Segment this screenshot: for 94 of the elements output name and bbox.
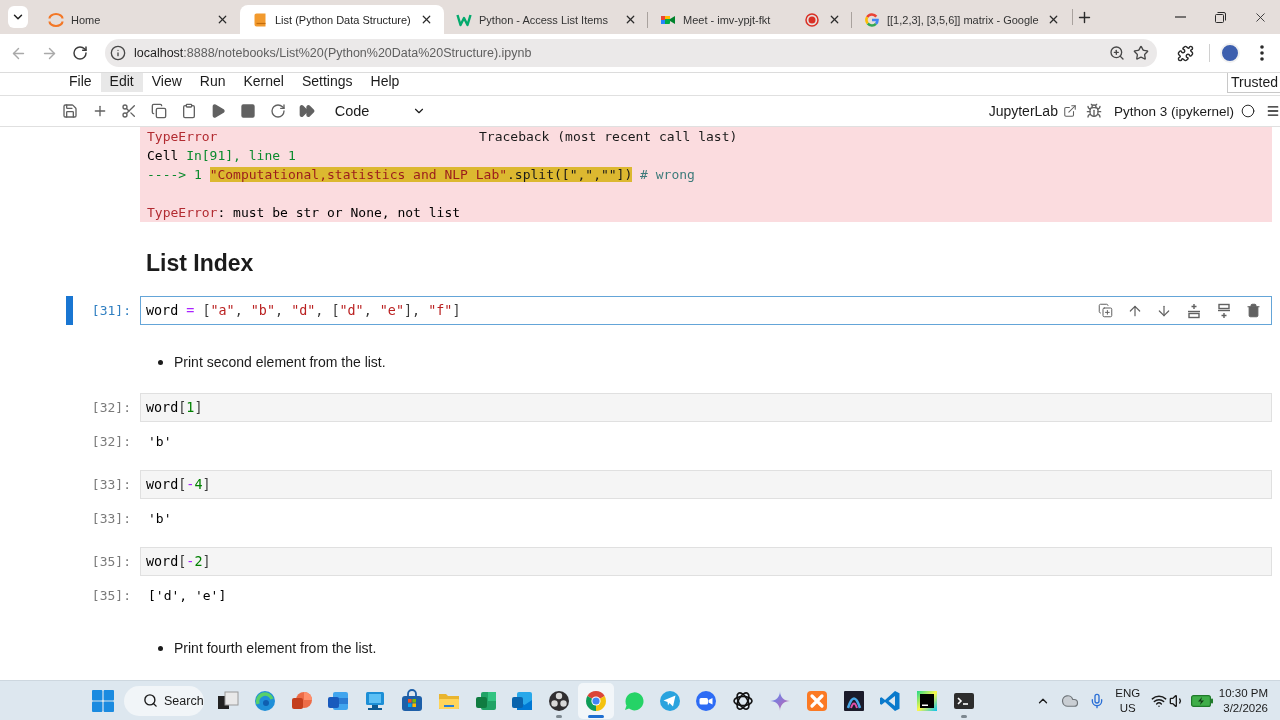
code-input[interactable]: word[1] bbox=[140, 393, 1272, 422]
traceback-location: Cell In[91], line 1 bbox=[147, 147, 297, 165]
output-text: 'b' bbox=[147, 433, 172, 451]
tab-search-button[interactable] bbox=[8, 6, 28, 28]
browser-tab[interactable]: Python - Access List Items bbox=[444, 5, 648, 34]
code-input[interactable]: word[-2] bbox=[140, 547, 1272, 576]
browser-tab[interactable]: Meet - imv-ypjt-fkt bbox=[648, 5, 852, 34]
bullet-icon bbox=[158, 359, 163, 365]
output-text: ['d', 'e'] bbox=[147, 587, 227, 605]
code-line: word[1] bbox=[146, 399, 204, 417]
puzzle-icon bbox=[1176, 44, 1194, 62]
cross-tile-icon bbox=[804, 688, 829, 713]
input-prompt: [33]: bbox=[91, 477, 131, 492]
external-link-icon bbox=[1062, 104, 1077, 118]
segmented-circle-icon bbox=[583, 688, 608, 713]
menu-item[interactable]: Help bbox=[361, 73, 409, 92]
output-prompt: [33]: bbox=[91, 511, 131, 526]
scissors-icon[interactable] bbox=[121, 103, 138, 119]
bug-icon[interactable] bbox=[1085, 103, 1102, 119]
copy-icon[interactable] bbox=[150, 103, 167, 119]
region-label[interactable]: US bbox=[1119, 700, 1136, 716]
duplicate-icon[interactable] bbox=[1097, 303, 1113, 318]
restart-icon[interactable] bbox=[269, 103, 286, 119]
input-prompt: [31]: bbox=[91, 303, 131, 318]
arcs-icon bbox=[48, 11, 64, 28]
code-line: word[-2] bbox=[146, 553, 212, 571]
traceback-source-line: ----> 1 "Computational,statistics and NLP Lab".split([",",""]) # wrong bbox=[147, 166, 696, 184]
avatar[interactable] bbox=[1220, 43, 1240, 63]
kernel-status-icon bbox=[1241, 104, 1255, 118]
menu-item[interactable]: File bbox=[60, 73, 101, 92]
clipboard-icon[interactable] bbox=[180, 103, 197, 119]
menu-icon[interactable] bbox=[1266, 104, 1280, 118]
paper-plane-icon bbox=[657, 688, 682, 713]
orbs-icon bbox=[547, 688, 572, 713]
language-label[interactable]: ENG bbox=[1115, 685, 1141, 701]
restore-icon bbox=[1214, 11, 1226, 23]
ribbon-icon bbox=[878, 688, 903, 713]
jupyterlab-link[interactable]: JupyterLab bbox=[988, 103, 1077, 119]
book-icon bbox=[252, 11, 268, 28]
section-heading: List Index bbox=[146, 250, 254, 276]
code-line: word[-4] bbox=[146, 476, 212, 494]
square-tile-icon bbox=[915, 688, 940, 713]
active-cell-bar bbox=[66, 296, 73, 325]
browser-tab[interactable]: List (Python Data Structure) bbox=[240, 5, 444, 34]
input-prompt: [35]: bbox=[91, 554, 131, 569]
cell-type-select[interactable]: Code bbox=[326, 99, 431, 123]
menu-item[interactable]: Settings bbox=[292, 73, 362, 92]
swirl-icon bbox=[252, 688, 277, 713]
save-icon[interactable] bbox=[61, 103, 78, 119]
insert-above-icon[interactable] bbox=[1186, 302, 1202, 319]
bullet-text: Print second element from the list. bbox=[174, 353, 386, 372]
battery-icon[interactable] bbox=[1190, 694, 1213, 707]
clock-time[interactable]: 10:30 PM bbox=[1218, 685, 1268, 701]
menu-item[interactable]: View bbox=[142, 73, 191, 92]
minimize-icon bbox=[1174, 16, 1186, 18]
ring-icon bbox=[864, 11, 880, 28]
error-message: TypeError: must be str or None, not list bbox=[147, 204, 462, 222]
info-icon[interactable] bbox=[110, 45, 126, 61]
browser-tab[interactable]: [[1,2,3], [3,5,6]] matrix - Google bbox=[852, 5, 1072, 34]
address-field[interactable]: localhost:8888/notebooks/List%20(Python%20Data%20Structure).ipynb bbox=[105, 39, 1157, 67]
code-line: word = ["a", "b", "d", ["d", "e"], "f"] bbox=[146, 302, 462, 320]
menu-item[interactable]: Kernel bbox=[234, 73, 293, 92]
output-prompt: [32]: bbox=[91, 434, 131, 449]
menu-item[interactable]: Edit bbox=[100, 73, 143, 92]
kebab-menu-icon bbox=[1260, 45, 1264, 61]
traceback-title: Traceback (most recent call last) bbox=[479, 128, 738, 146]
video-camera-icon bbox=[694, 688, 719, 713]
arch-tile-icon bbox=[841, 688, 866, 713]
code-input[interactable]: word[-4] bbox=[140, 470, 1272, 499]
insert-below-icon[interactable] bbox=[1215, 302, 1232, 319]
stop-icon[interactable] bbox=[239, 103, 256, 119]
kernel-name[interactable]: Python 3 (ipykernel) bbox=[1113, 103, 1234, 119]
bullet-text: Print fourth element from the list. bbox=[174, 639, 377, 658]
output-prompt: [35]: bbox=[91, 588, 131, 603]
code-input[interactable]: word = ["a", "b", "d", ["d", "e"], "f"] bbox=[140, 296, 1272, 325]
bullet-icon bbox=[158, 645, 163, 651]
star-icon[interactable] bbox=[1133, 45, 1149, 61]
zoom-icon[interactable] bbox=[1109, 45, 1125, 61]
browser-tab[interactable]: Home bbox=[36, 5, 240, 34]
output-text: 'b' bbox=[147, 510, 172, 528]
reload-icon bbox=[72, 45, 88, 61]
error-name: TypeError bbox=[147, 128, 218, 146]
clock-date[interactable]: 3/2/2026 bbox=[1223, 700, 1268, 716]
search-icon bbox=[143, 693, 158, 708]
shopping-bag-icon bbox=[399, 688, 424, 713]
play-icon[interactable] bbox=[210, 103, 227, 119]
search-button[interactable]: Search bbox=[124, 685, 204, 716]
trust-status: Trusted bbox=[1227, 73, 1280, 93]
trash-icon[interactable] bbox=[1245, 303, 1261, 318]
fast-forward-icon[interactable] bbox=[299, 103, 316, 119]
url-text: localhost:8888/notebooks/List%20(Python%20Data%20Structure).ipynb bbox=[134, 46, 533, 60]
input-prompt: [32]: bbox=[91, 400, 131, 415]
menu-item[interactable]: Run bbox=[190, 73, 235, 92]
tiles-icon[interactable] bbox=[92, 689, 114, 712]
